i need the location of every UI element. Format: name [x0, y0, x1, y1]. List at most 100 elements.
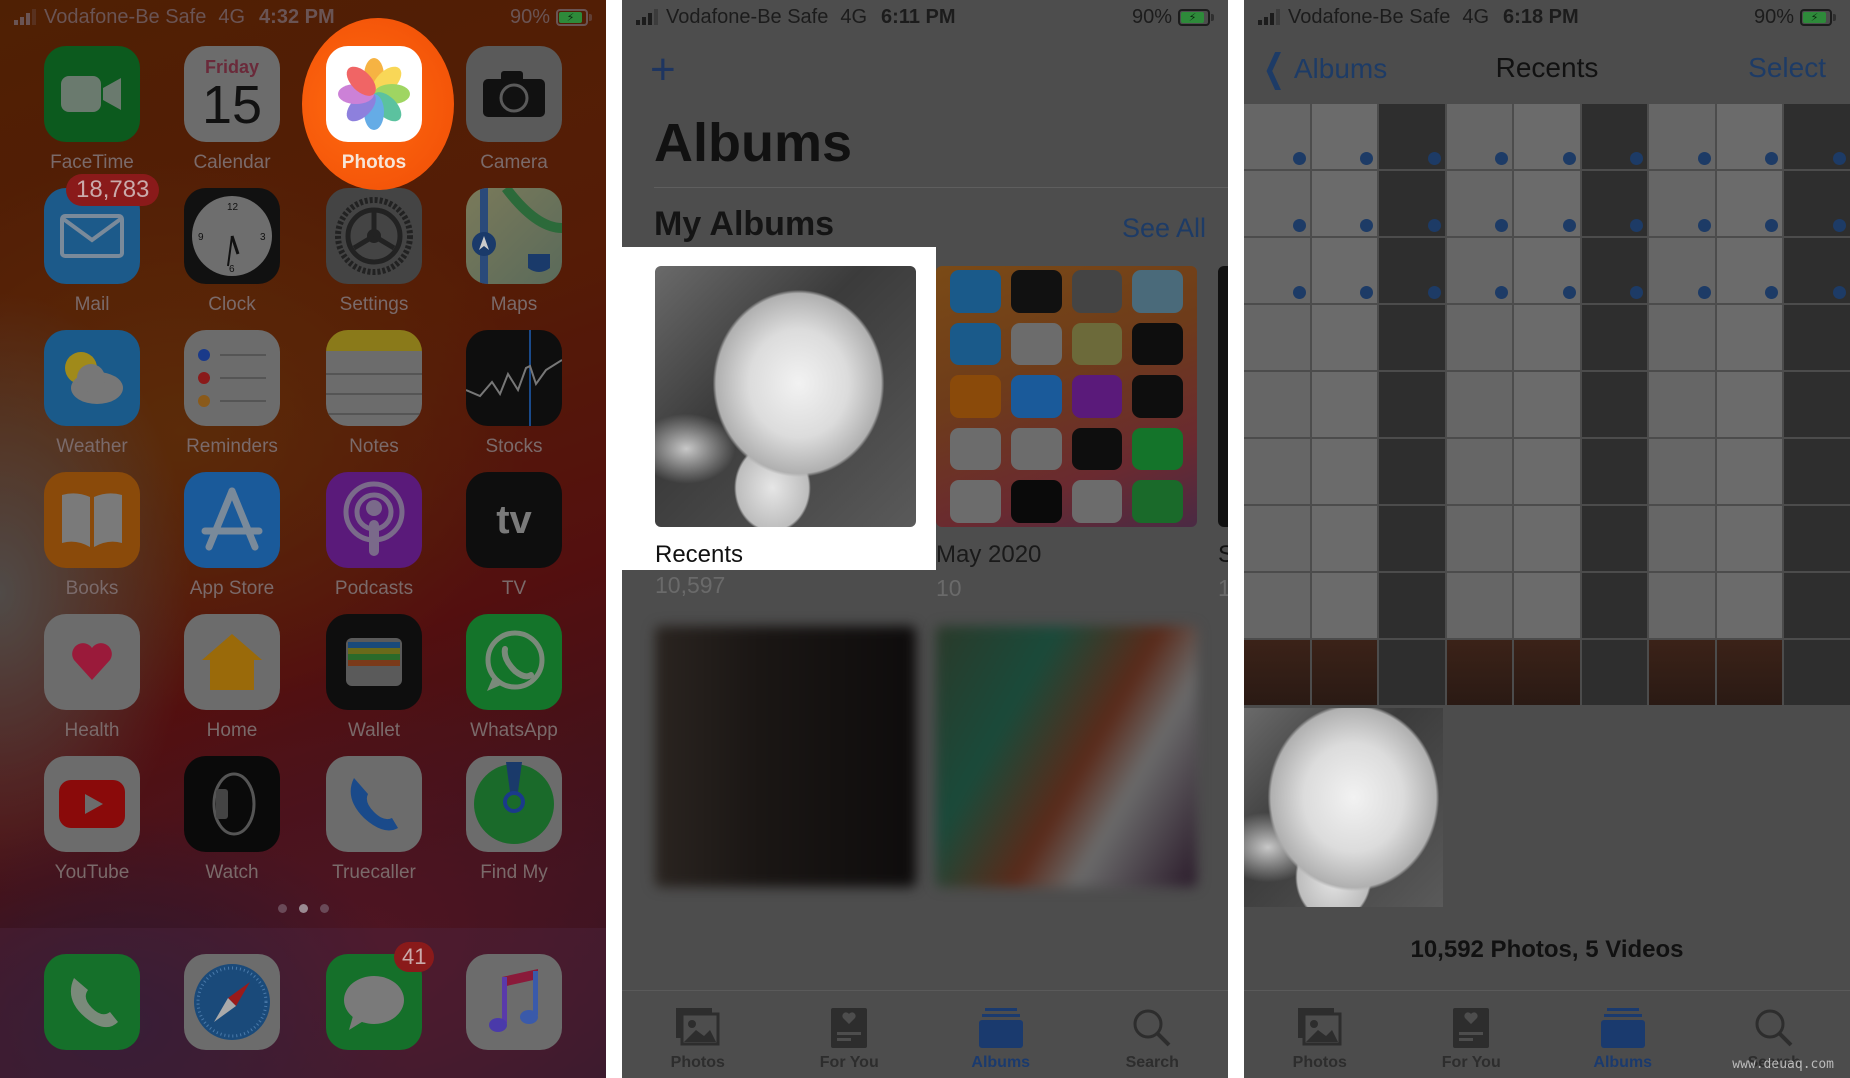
app-weather[interactable]: Weather: [44, 330, 140, 458]
photo-thumbnail[interactable]: [1244, 305, 1310, 370]
photo-thumbnail[interactable]: [1311, 506, 1378, 571]
photo-thumbnail[interactable]: [1446, 640, 1513, 705]
photo-thumbnail[interactable]: [1784, 439, 1850, 504]
photo-thumbnail[interactable]: [1379, 439, 1445, 504]
photo-thumbnail[interactable]: [1716, 439, 1783, 504]
photo-thumbnail[interactable]: [1514, 305, 1580, 370]
app-reminders[interactable]: Reminders: [184, 330, 280, 458]
photo-thumbnail[interactable]: [1649, 104, 1715, 169]
app-clock[interactable]: 12 3 6 9 Clock: [184, 188, 280, 316]
photo-thumbnail[interactable]: [1784, 372, 1850, 437]
photo-thumbnail[interactable]: [1581, 640, 1648, 705]
photo-thumbnail[interactable]: [1581, 439, 1648, 504]
photo-thumbnail[interactable]: [1716, 305, 1783, 370]
photo-thumbnail[interactable]: [1244, 506, 1310, 571]
photo-thumbnail[interactable]: [1244, 372, 1310, 437]
page-indicator[interactable]: [0, 904, 606, 913]
photo-thumbnail[interactable]: [1244, 439, 1310, 504]
photo-thumbnail[interactable]: [1244, 238, 1310, 303]
app-podcasts[interactable]: Podcasts: [326, 472, 422, 600]
photo-thumbnail[interactable]: [1311, 573, 1378, 638]
app-maps[interactable]: Maps: [466, 188, 562, 316]
photo-thumbnail[interactable]: [1514, 573, 1580, 638]
tab-photos[interactable]: Photos: [622, 991, 774, 1078]
app-stocks[interactable]: Stocks: [466, 330, 562, 458]
photo-thumbnail[interactable]: [1244, 104, 1310, 169]
page-dot-2[interactable]: [298, 904, 308, 913]
album-recents[interactable]: Recents: [655, 266, 916, 569]
photo-thumbnail[interactable]: [1311, 104, 1378, 169]
page-dot-1[interactable]: [277, 904, 287, 913]
photo-thumbnail[interactable]: [1649, 439, 1715, 504]
photo-thumbnail[interactable]: [1581, 171, 1648, 236]
photo-thumbnail[interactable]: [1649, 372, 1715, 437]
app-tv[interactable]: tv TV: [466, 472, 562, 600]
photo-thumbnail[interactable]: [1514, 640, 1580, 705]
album-third[interactable]: S 1: [1218, 266, 1228, 602]
tab-albums[interactable]: Albums: [925, 991, 1077, 1078]
photo-thumbnail[interactable]: [1446, 573, 1513, 638]
photo-thumbnail[interactable]: [1379, 640, 1445, 705]
tab-albums[interactable]: Albums: [1547, 991, 1699, 1078]
photo-thumbnail[interactable]: [1311, 171, 1378, 236]
album-blurred-1[interactable]: [655, 626, 916, 887]
select-button[interactable]: Select: [1748, 52, 1826, 84]
app-home[interactable]: Home: [184, 614, 280, 742]
photo-thumbnail[interactable]: [1649, 238, 1715, 303]
photo-thumbnail[interactable]: [1244, 640, 1310, 705]
photo-thumbnail[interactable]: [1784, 640, 1850, 705]
photo-thumbnail[interactable]: [1311, 238, 1378, 303]
photo-thumbnail[interactable]: [1244, 171, 1310, 236]
tab-photos[interactable]: Photos: [1244, 991, 1396, 1078]
photo-thumbnail[interactable]: [1446, 439, 1513, 504]
photo-thumbnail[interactable]: [1446, 238, 1513, 303]
photo-thumbnail[interactable]: [1716, 573, 1783, 638]
photo-thumbnail[interactable]: [1311, 305, 1378, 370]
photo-thumbnail[interactable]: [1446, 372, 1513, 437]
app-camera[interactable]: Camera: [466, 46, 562, 174]
app-settings[interactable]: Settings: [326, 188, 422, 316]
photo-thumbnail[interactable]: [1514, 104, 1580, 169]
photo-thumbnail[interactable]: [1311, 439, 1378, 504]
app-calendar[interactable]: Friday 15 Calendar: [184, 46, 280, 174]
photo-thumbnail[interactable]: [1581, 104, 1648, 169]
photo-thumbnail[interactable]: [1379, 506, 1445, 571]
dock-messages[interactable]: 41: [326, 942, 435, 1050]
photo-thumbnail[interactable]: [1581, 372, 1648, 437]
app-app-store[interactable]: App Store: [184, 472, 280, 600]
tab-for-you[interactable]: For You: [774, 991, 926, 1078]
page-dot-3[interactable]: [319, 904, 329, 913]
app-facetime[interactable]: FaceTime: [44, 46, 140, 174]
photo-thumbnail[interactable]: [1716, 104, 1783, 169]
app-wallet[interactable]: Wallet: [326, 614, 422, 742]
app-find-my[interactable]: Find My: [466, 756, 562, 884]
photo-thumbnail[interactable]: [1581, 573, 1648, 638]
dock-phone[interactable]: [44, 954, 140, 1050]
photo-thumbnail[interactable]: [1581, 238, 1648, 303]
app-truecaller[interactable]: Truecaller: [326, 756, 422, 884]
photo-thumbnail[interactable]: [1311, 640, 1378, 705]
photo-thumbnail[interactable]: [1379, 372, 1445, 437]
app-health[interactable]: Health: [44, 614, 140, 742]
photo-thumbnail[interactable]: [1311, 372, 1378, 437]
photo-thumbnail[interactable]: [1784, 573, 1850, 638]
photo-thumbnail[interactable]: [1649, 506, 1715, 571]
album-blurred-2[interactable]: [936, 626, 1197, 887]
photo-thumbnail[interactable]: [1784, 171, 1850, 236]
photo-thumbnail[interactable]: [1716, 506, 1783, 571]
photo-thumbnail[interactable]: [1784, 506, 1850, 571]
photo-thumbnail[interactable]: [1581, 506, 1648, 571]
app-notes[interactable]: Notes: [326, 330, 422, 458]
photo-thumbnail[interactable]: [1784, 104, 1850, 169]
tab-for-you[interactable]: For You: [1396, 991, 1548, 1078]
photo-thumbnail-bear[interactable]: [1244, 708, 1443, 907]
photo-thumbnail[interactable]: [1379, 238, 1445, 303]
photo-thumbnail[interactable]: [1446, 506, 1513, 571]
dock-safari[interactable]: [184, 954, 280, 1050]
photo-thumbnail[interactable]: [1244, 573, 1310, 638]
dock-music[interactable]: [466, 954, 562, 1050]
photo-thumbnail[interactable]: [1649, 171, 1715, 236]
album-may-2020[interactable]: May 2020 10: [936, 266, 1197, 602]
photo-thumbnail[interactable]: [1784, 238, 1850, 303]
app-whatsapp[interactable]: WhatsApp: [466, 614, 562, 742]
